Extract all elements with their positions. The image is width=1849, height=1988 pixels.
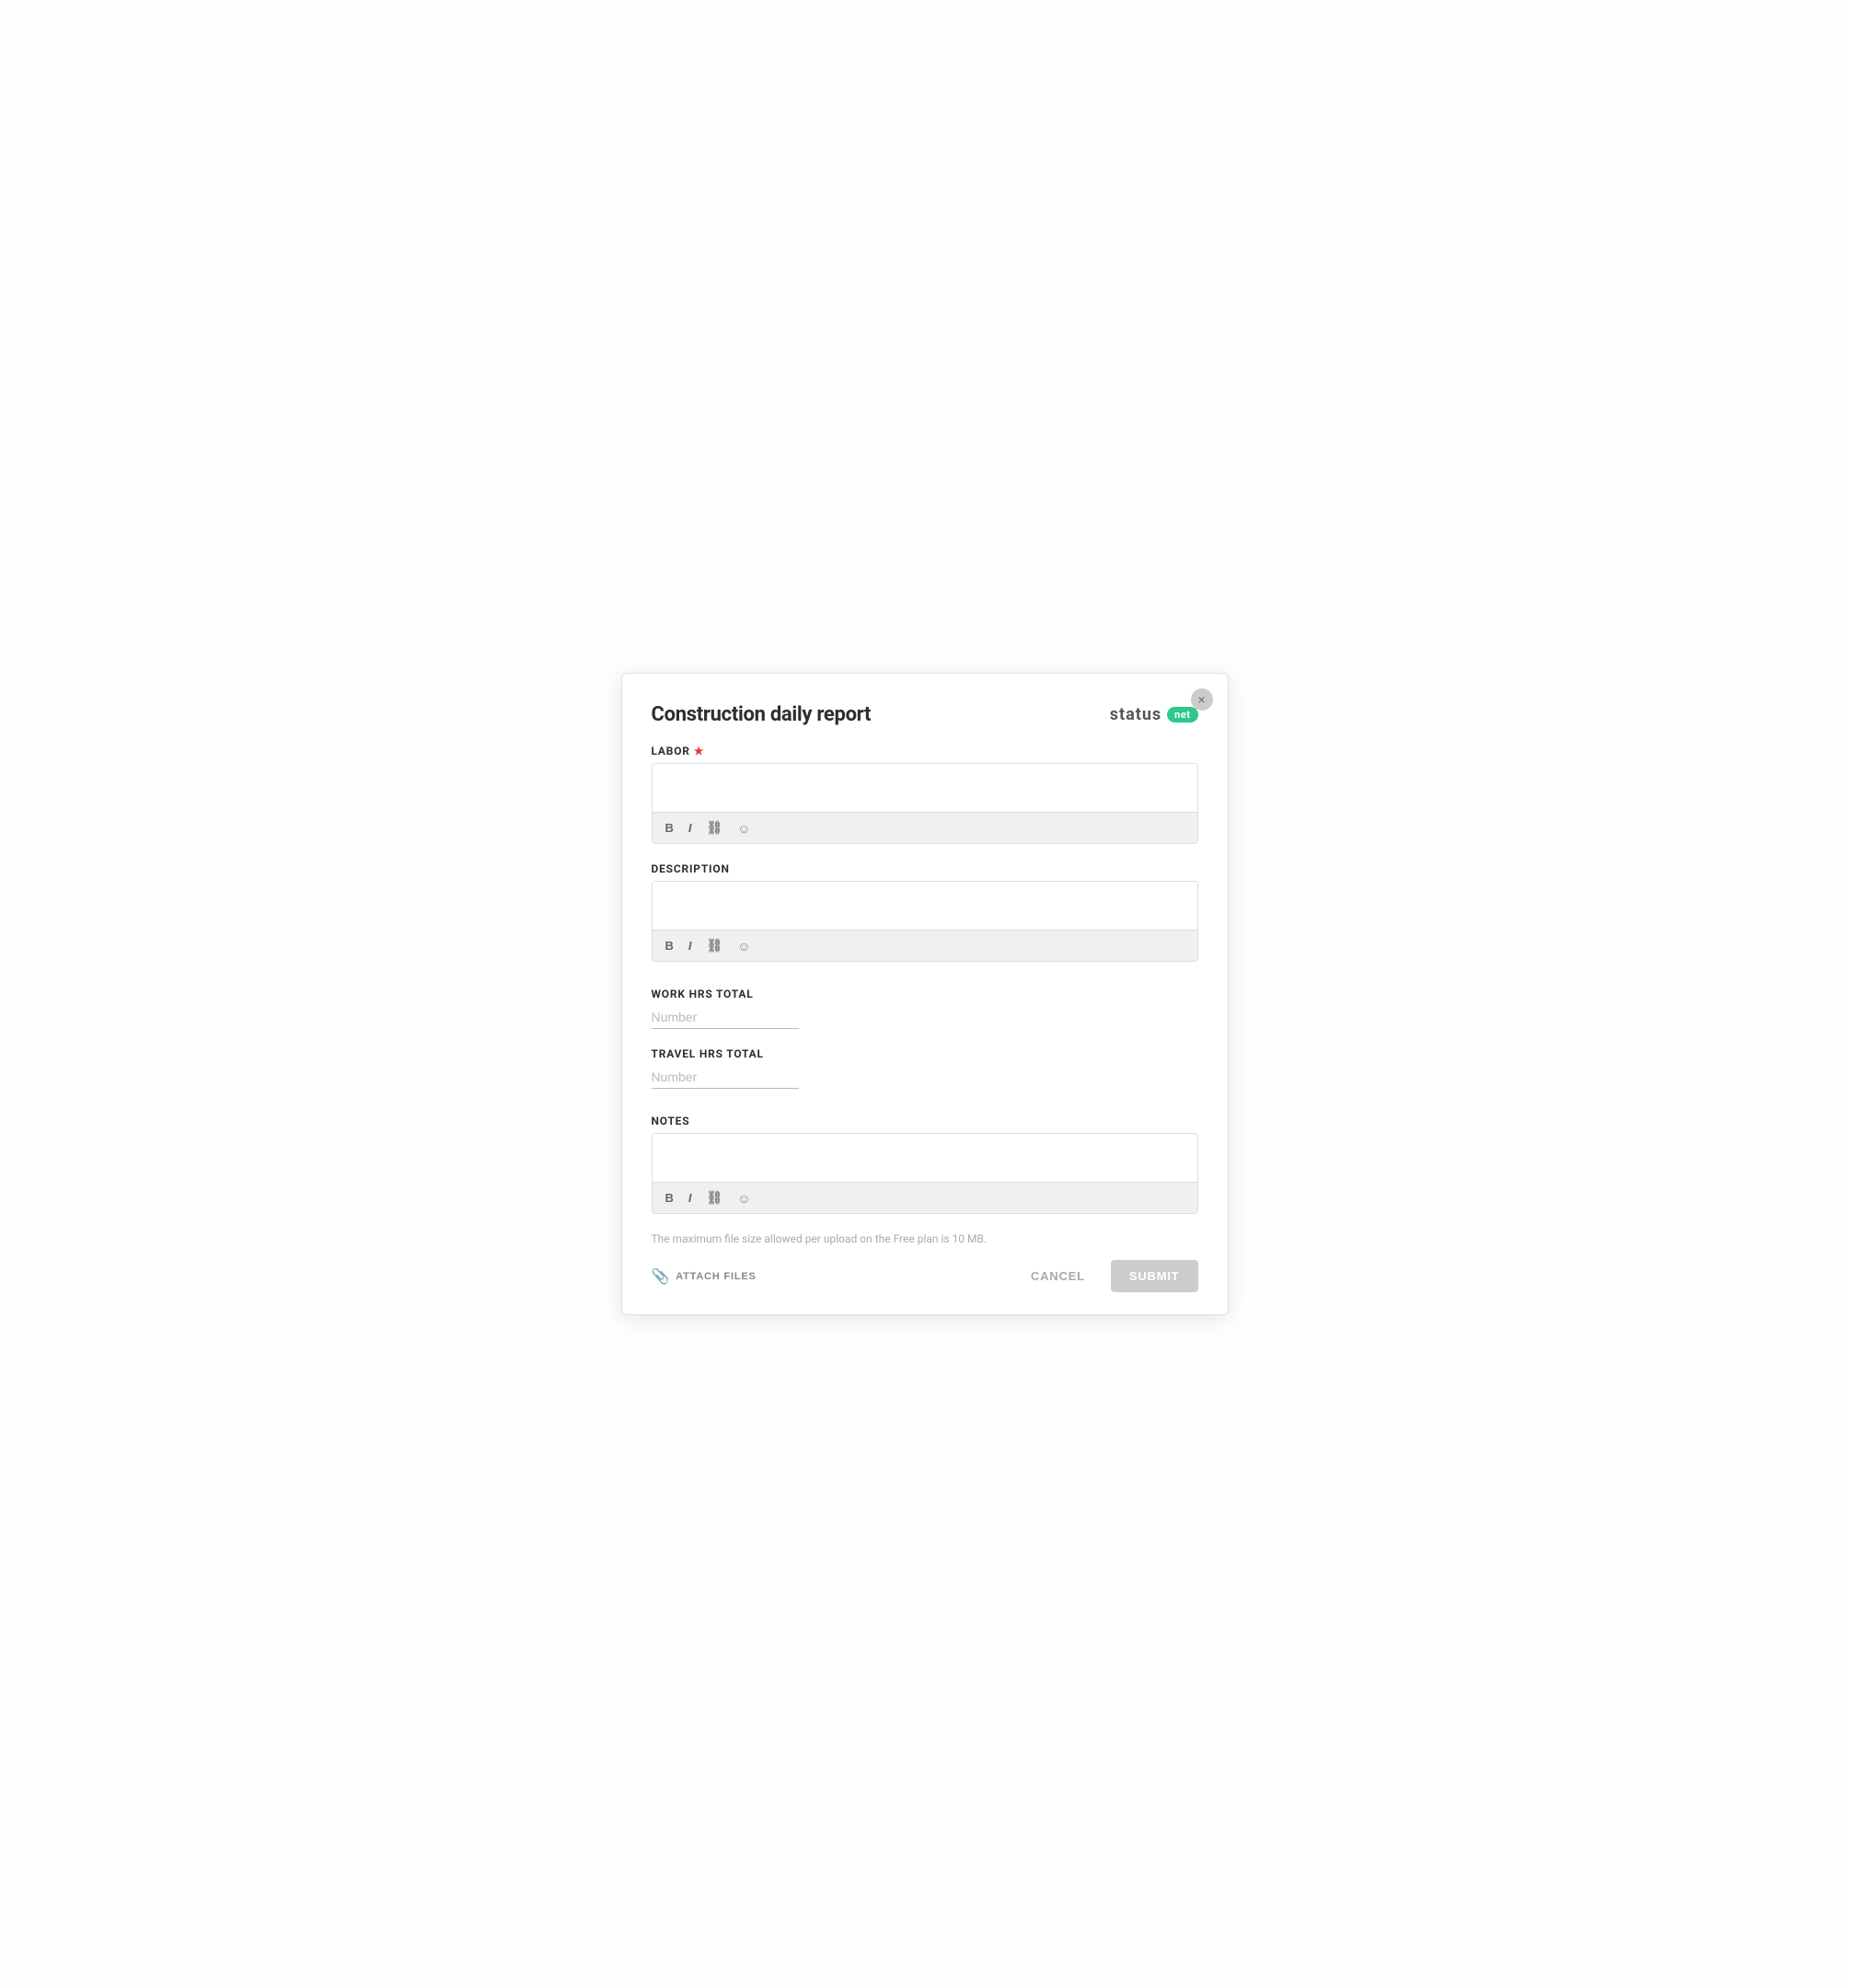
labor-editor: B I ⛓ ☺ bbox=[652, 763, 1198, 844]
description-emoji-button[interactable]: ☺ bbox=[734, 937, 754, 955]
brand-area: status net bbox=[1110, 705, 1198, 724]
description-italic-button[interactable]: I bbox=[685, 937, 696, 954]
work-hrs-label: WORK HRS TOTAL bbox=[652, 988, 1198, 1000]
notes-bold-button[interactable]: B bbox=[662, 1189, 677, 1207]
labor-emoji-button[interactable]: ☺ bbox=[734, 819, 754, 838]
notes-input[interactable] bbox=[653, 1134, 1197, 1182]
brand-badge: net bbox=[1167, 707, 1197, 722]
file-size-info: The maximum file size allowed per upload… bbox=[652, 1232, 1198, 1245]
labor-bold-button[interactable]: B bbox=[662, 819, 677, 837]
description-editor: B I ⛓ ☺ bbox=[652, 881, 1198, 962]
notes-emoji-button[interactable]: ☺ bbox=[734, 1189, 754, 1208]
labor-toolbar: B I ⛓ ☺ bbox=[653, 812, 1197, 843]
notes-editor: B I ⛓ ☺ bbox=[652, 1133, 1198, 1214]
cancel-button[interactable]: CANCEL bbox=[1020, 1260, 1096, 1292]
dialog-header: Construction daily report status net bbox=[652, 703, 1198, 726]
notes-link-button[interactable]: ⛓ bbox=[703, 1188, 727, 1208]
brand-text: status bbox=[1110, 705, 1161, 724]
description-bold-button[interactable]: B bbox=[662, 937, 677, 954]
notes-field-group: NOTES B I ⛓ ☺ bbox=[652, 1115, 1198, 1214]
submit-button[interactable]: SUBMIT bbox=[1111, 1260, 1198, 1292]
labor-field-group: LABOR★ B I ⛓ ☺ bbox=[652, 745, 1198, 844]
travel-hrs-label: TRAVEL HRS TOTAL bbox=[652, 1047, 1198, 1060]
description-input[interactable] bbox=[653, 882, 1197, 930]
notes-italic-button[interactable]: I bbox=[685, 1189, 696, 1207]
dialog-title: Construction daily report bbox=[652, 703, 872, 726]
paperclip-icon: 📎 bbox=[652, 1267, 671, 1286]
attach-files-button[interactable]: 📎 ATTACH FILES bbox=[652, 1267, 757, 1286]
work-hrs-input[interactable] bbox=[652, 1006, 799, 1029]
description-field-group: DESCRIPTION B I ⛓ ☺ bbox=[652, 862, 1198, 962]
attach-files-label: ATTACH FILES bbox=[676, 1271, 756, 1282]
labor-italic-button[interactable]: I bbox=[685, 819, 696, 837]
dialog-container: Construction daily report status net × L… bbox=[621, 673, 1229, 1315]
labor-label: LABOR★ bbox=[652, 745, 1198, 757]
labor-link-button[interactable]: ⛓ bbox=[703, 818, 727, 838]
description-label: DESCRIPTION bbox=[652, 862, 1198, 875]
dialog-overlay: Construction daily report status net × L… bbox=[0, 0, 1849, 1988]
work-hrs-field-group: WORK HRS TOTAL bbox=[652, 988, 1198, 1029]
dialog-footer: 📎 ATTACH FILES CANCEL SUBMIT bbox=[652, 1260, 1198, 1292]
travel-hrs-field-group: TRAVEL HRS TOTAL bbox=[652, 1047, 1198, 1089]
description-toolbar: B I ⛓ ☺ bbox=[653, 930, 1197, 961]
required-indicator: ★ bbox=[694, 745, 705, 757]
footer-actions: CANCEL SUBMIT bbox=[1020, 1260, 1198, 1292]
close-button[interactable]: × bbox=[1191, 688, 1213, 711]
description-link-button[interactable]: ⛓ bbox=[703, 936, 727, 955]
notes-toolbar: B I ⛓ ☺ bbox=[653, 1182, 1197, 1213]
notes-label: NOTES bbox=[652, 1115, 1198, 1127]
labor-input[interactable] bbox=[653, 764, 1197, 812]
travel-hrs-input[interactable] bbox=[652, 1066, 799, 1089]
